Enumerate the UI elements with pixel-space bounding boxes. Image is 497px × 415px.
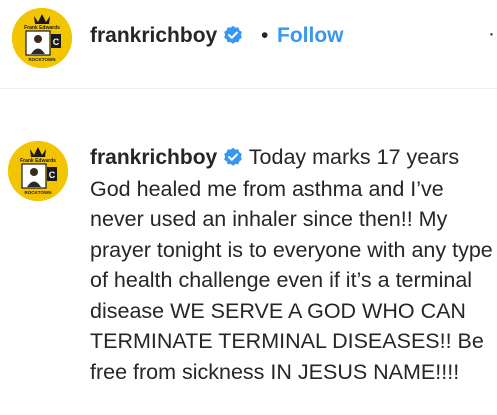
comment-body: frankrichboy Today marks 17 years God he… [90, 142, 497, 387]
avatar-letter: C [53, 37, 60, 47]
avatar-bottom-text: ROCKTOWN [25, 190, 52, 195]
avatar-logo-icon: Frank Edwards C ROCKTOWN [8, 141, 68, 201]
avatar-logo-icon: Frank Edwards C ROCKTOWN [12, 8, 72, 68]
header-username-text[interactable]: frankrichboy [90, 24, 217, 47]
post-header: Frank Edwards C ROCKTOWN frankrichboy • … [0, 0, 497, 76]
avatar-letter: C [49, 170, 56, 180]
avatar-top-text: Frank Edwards [20, 158, 56, 164]
follow-button[interactable]: Follow [277, 24, 344, 48]
header-username[interactable]: frankrichboy [90, 24, 243, 48]
verified-badge-icon [224, 25, 243, 44]
avatar-bottom-text: ROCKTOWN [29, 57, 56, 62]
verified-badge-icon [224, 147, 243, 166]
comment-username[interactable]: frankrichboy [90, 146, 217, 169]
more-options-icon[interactable]: · [488, 22, 496, 46]
avatar[interactable]: Frank Edwards C ROCKTOWN [12, 8, 72, 68]
divider [0, 88, 497, 89]
comment-avatar[interactable]: Frank Edwards C ROCKTOWN [8, 141, 68, 201]
comment-text: Today marks 17 years God healed me from … [90, 145, 493, 384]
separator-dot: • [261, 24, 269, 47]
avatar-top-text: Frank Edwards [24, 25, 60, 31]
